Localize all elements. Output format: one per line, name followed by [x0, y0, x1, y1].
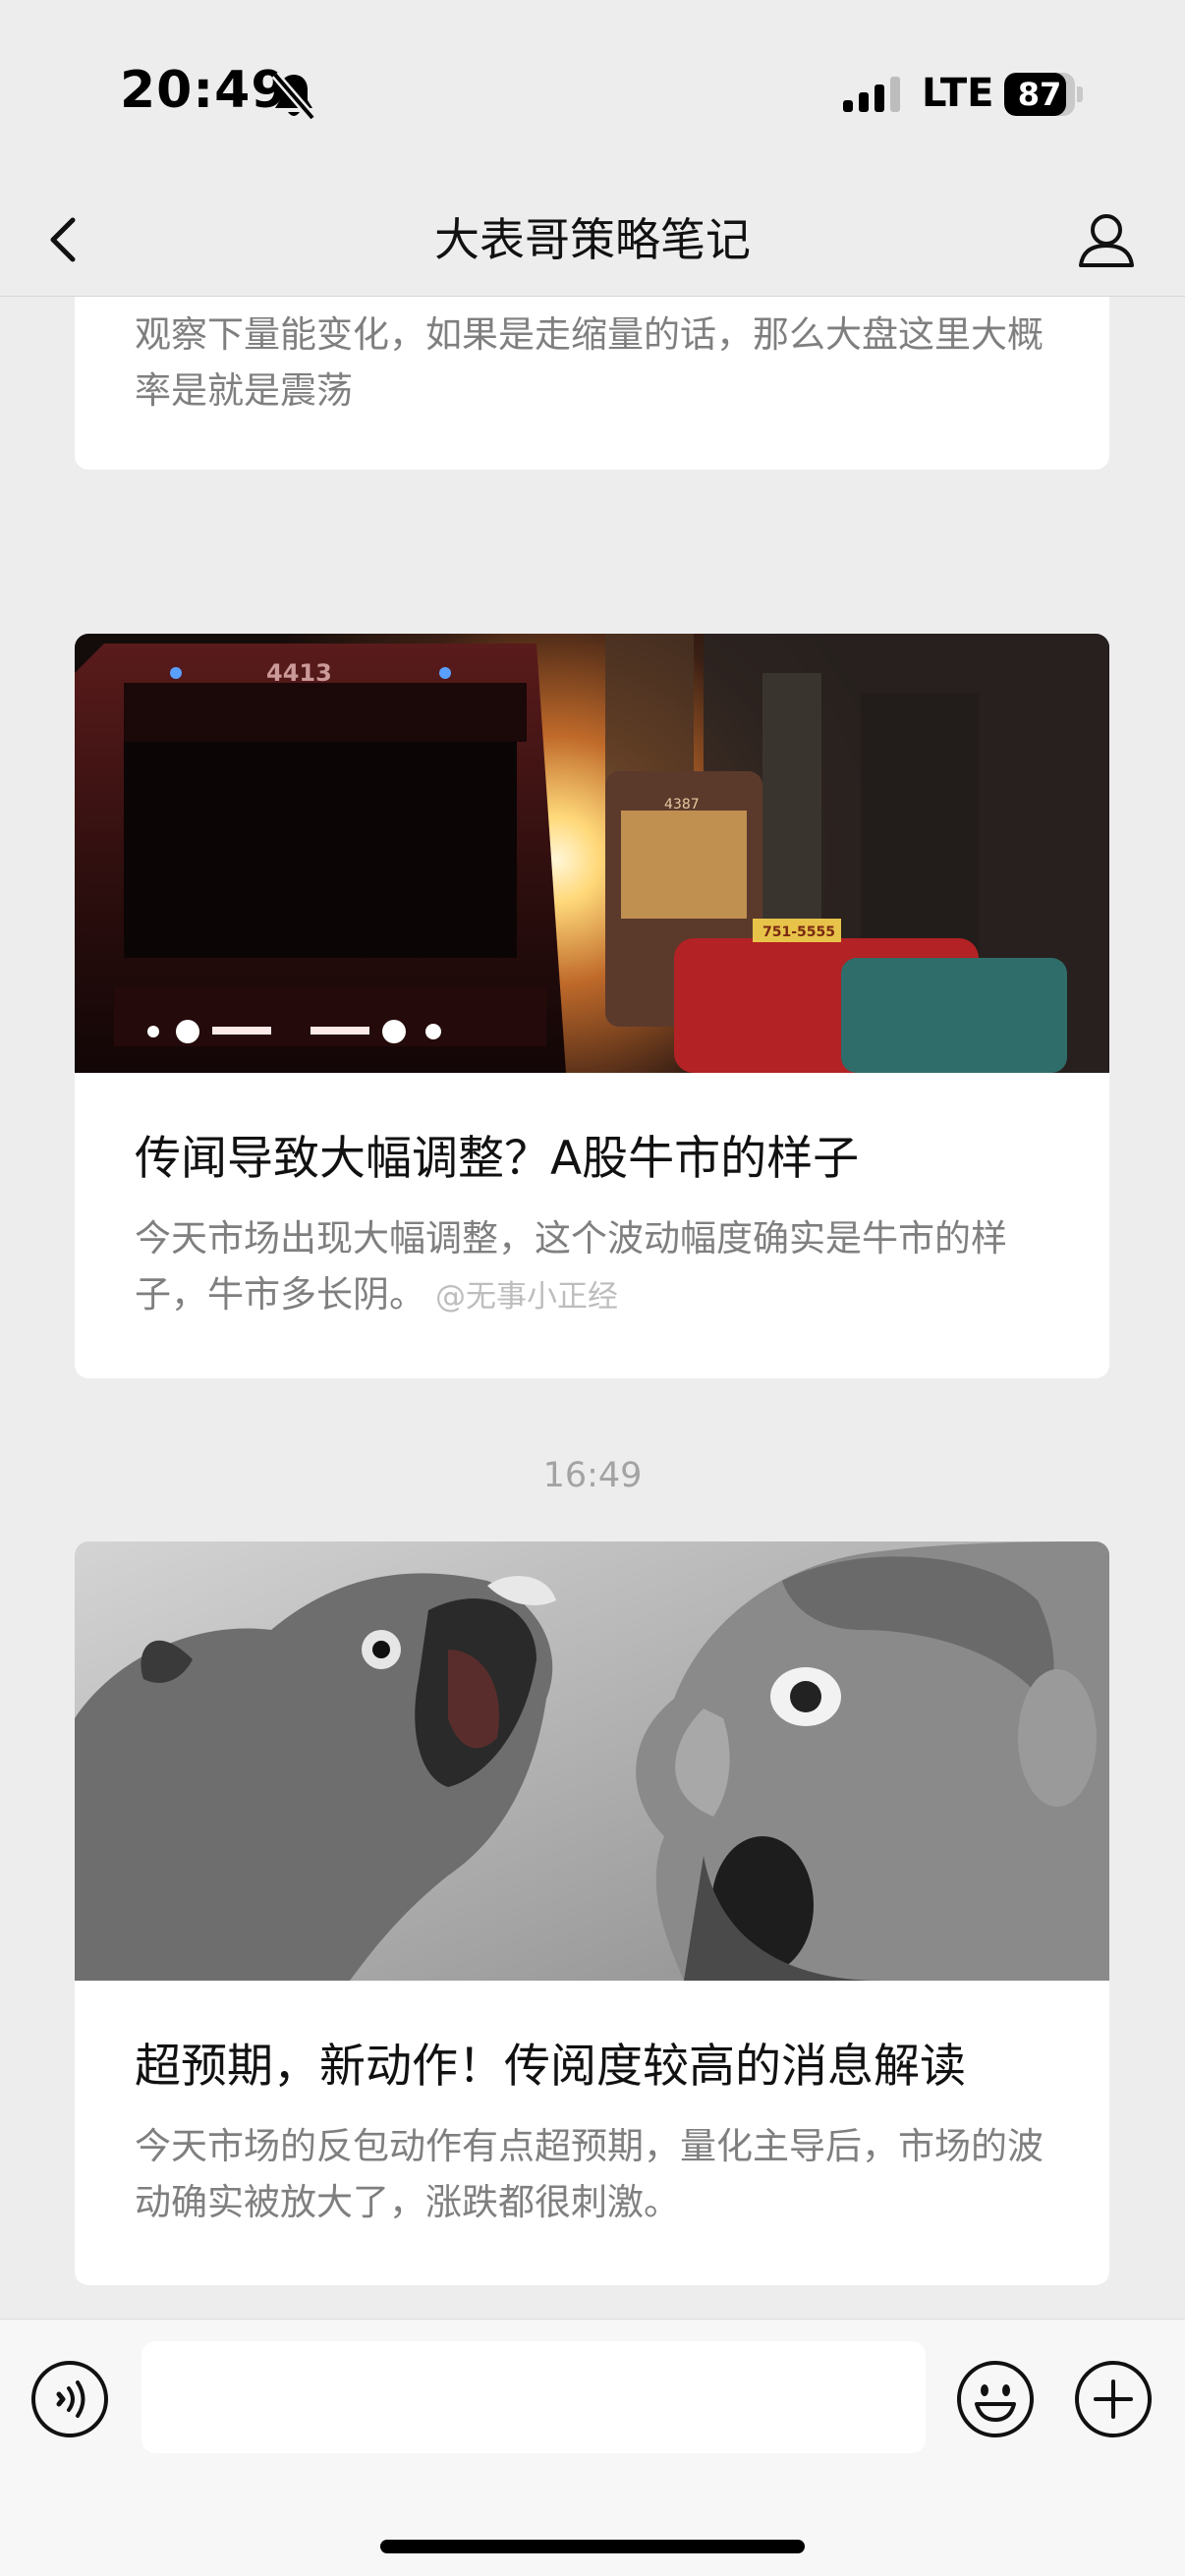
signal-icon [843, 77, 900, 112]
article-card[interactable]: 超预期，新动作！传阅度较高的消息解读 今天市场的反包动作有点超预期，量化主导后，… [75, 1541, 1109, 2285]
profile-icon[interactable] [1075, 202, 1138, 279]
voice-icon[interactable] [29, 2359, 110, 2439]
home-indicator[interactable] [380, 2540, 805, 2553]
tram-number: 4413 [266, 659, 332, 687]
bull-and-man-illustration [75, 1541, 1109, 1981]
input-bar [0, 2319, 1185, 2576]
battery-percent: 87 [1017, 76, 1062, 113]
card-title: 超预期，新动作！传阅度较高的消息解读 [135, 2040, 966, 2094]
emoji-icon[interactable] [955, 2359, 1036, 2439]
taxi-plate: 751-5555 [762, 924, 835, 940]
article-card[interactable]: 4413 4387 751-5555 传闻导致大幅调整？A股牛市的样子 今天市场… [75, 634, 1109, 1378]
watermark: @无事小正经 [435, 1279, 618, 1315]
status-time: 20:49 [120, 61, 288, 120]
message-input[interactable] [141, 2341, 926, 2453]
status-bar: 20:49 LTE 87 [0, 0, 1185, 187]
card-desc: 观察下量能变化，如果是走缩量的话，那么大盘这里大概率是就是震荡 [135, 313, 1044, 412]
card-title: 传闻导致大幅调整？A股牛市的样子 [135, 1132, 860, 1186]
card-desc: 今天市场出现大幅调整，这个波动幅度确实是牛市的样子，牛市多长阴。 @无事小正经 [135, 1210, 1068, 1325]
tram2-number: 4387 [664, 797, 700, 812]
tram-sunset-photo: 4413 4387 751-5555 [75, 634, 1109, 1073]
network-type: LTE [922, 71, 994, 116]
message-timestamp: 16:49 [542, 1456, 643, 1495]
card-desc: 今天市场的反包动作有点超预期，量化主导后，市场的波动确实被放大了，涨跌都很刺激。 [135, 2125, 1044, 2223]
page-title: 大表哥策略笔记 [434, 213, 751, 266]
article-card-partial[interactable]: 观察下量能变化，如果是走缩量的话，那么大盘这里大概率是就是震荡 [75, 297, 1109, 470]
bell-slash-icon [271, 72, 316, 121]
plus-icon[interactable] [1073, 2359, 1154, 2439]
message-list[interactable]: 观察下量能变化，如果是走缩量的话，那么大盘这里大概率是就是震荡 4413 438… [0, 297, 1185, 2319]
nav-bar: 大表哥策略笔记 [0, 187, 1185, 297]
battery-icon: 87 [1004, 73, 1083, 116]
